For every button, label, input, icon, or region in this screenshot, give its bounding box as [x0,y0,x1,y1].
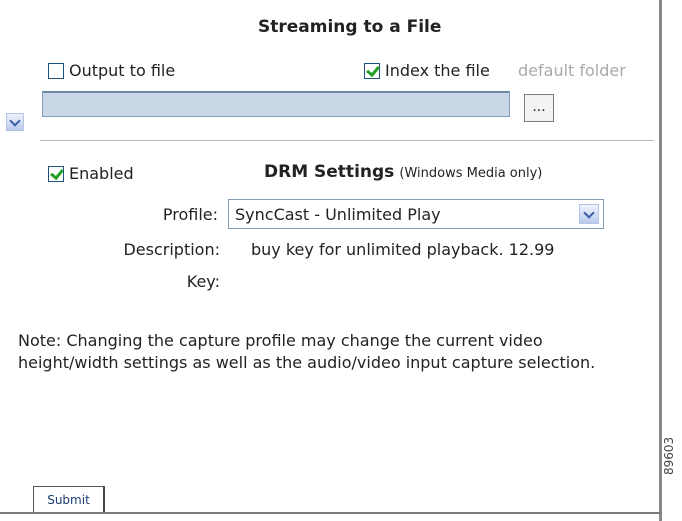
enabled-label: Enabled [69,164,134,183]
output-to-file-checkbox[interactable] [48,62,64,79]
submit-button[interactable]: Submit [33,486,105,514]
drm-title-note: (Windows Media only) [399,166,543,181]
bottom-border [0,512,662,514]
side-dropdown-button[interactable] [6,113,24,131]
default-folder-link[interactable]: default folder [518,61,626,80]
index-the-file-option[interactable]: Index the file [364,61,490,80]
index-the-file-label: Index the file [385,61,490,80]
profile-dropdown-button[interactable] [579,204,599,224]
chevron-down-icon [583,206,595,219]
index-the-file-checkbox[interactable] [364,62,380,79]
browse-button[interactable]: ... [524,94,554,122]
profile-label: Profile: [162,205,218,224]
profile-select[interactable]: SyncCast - Unlimited Play [228,199,604,229]
enabled-checkbox[interactable] [48,165,64,182]
drm-title: DRM Settings [264,162,395,182]
enabled-option[interactable]: Enabled [48,164,134,183]
profile-value: SyncCast - Unlimited Play [235,204,441,224]
streaming-title: Streaming to a File [258,17,442,37]
chevron-down-icon [9,114,21,127]
output-to-file-label: Output to file [69,61,176,80]
output-path-input[interactable] [42,91,510,117]
drm-title-row: DRM Settings (Windows Media only) [264,162,542,182]
section-divider [40,140,654,141]
key-label: Key: [186,272,220,291]
description-value: buy key for unlimited playback. 12.99 [251,240,555,259]
figure-id: 89603 [662,436,676,475]
output-to-file-option[interactable]: Output to file [48,61,175,80]
description-label: Description: [123,240,220,259]
capture-profile-note: Note: Changing the capture profile may c… [18,331,596,372]
